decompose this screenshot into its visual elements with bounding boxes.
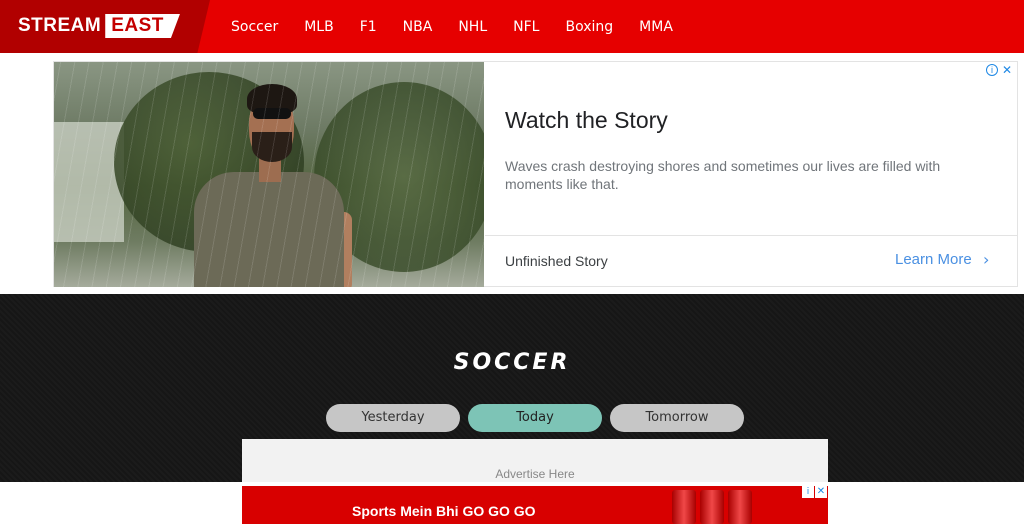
nav-links: Soccer MLB F1 NBA NHL NFL Boxing MMA — [218, 0, 686, 53]
ad-image[interactable] — [54, 62, 484, 287]
logo-prefix: STREAM — [18, 15, 102, 36]
ad-description: Waves crash destroying shores and someti… — [505, 158, 941, 192]
section-title: SOCCER — [453, 350, 571, 375]
banner-info-icon[interactable]: i — [802, 486, 814, 498]
tab-tomorrow[interactable]: Tomorrow — [610, 404, 744, 432]
drink-can-image — [700, 490, 724, 524]
ad-title[interactable]: Watch the Story — [505, 107, 668, 134]
nav-link-mma[interactable]: MMA — [639, 19, 673, 35]
ad-info-icon[interactable]: i — [986, 64, 998, 76]
ad-image-rain — [54, 62, 484, 287]
banner-text: Sports Mein Bhi GO GO GO — [352, 503, 536, 519]
ad-learn-more-link[interactable]: Learn More — [895, 251, 972, 268]
logo-suffix: EAST — [105, 14, 180, 38]
nav-link-boxing[interactable]: Boxing — [565, 19, 613, 35]
ad-divider — [485, 235, 1018, 236]
top-nav: STREAM EAST Soccer MLB F1 NBA NHL NFL Bo… — [0, 0, 1024, 53]
drink-can-image — [728, 490, 752, 524]
nav-link-mlb[interactable]: MLB — [304, 19, 333, 35]
drink-can-image — [672, 490, 696, 524]
nav-link-soccer[interactable]: Soccer — [231, 19, 278, 35]
tab-yesterday[interactable]: Yesterday — [326, 404, 460, 432]
display-ad[interactable]: i ✕ Watch the Story Waves crash destroyi… — [53, 61, 1018, 287]
ad-advertiser-name: Unfinished Story — [505, 253, 608, 269]
streameast-logo[interactable]: STREAM EAST — [18, 14, 180, 38]
chevron-right-icon[interactable]: › — [983, 250, 989, 269]
tab-today[interactable]: Today — [468, 404, 602, 432]
advertise-here-label: Advertise Here — [495, 467, 575, 481]
nav-link-nba[interactable]: NBA — [403, 19, 433, 35]
banner-ad[interactable]: Sports Mein Bhi GO GO GO i ✕ — [242, 486, 828, 524]
banner-close-icon[interactable]: ✕ — [815, 486, 827, 498]
nav-link-nhl[interactable]: NHL — [458, 19, 487, 35]
ad-close-icon[interactable]: ✕ — [1001, 63, 1013, 77]
nav-link-f1[interactable]: F1 — [360, 19, 377, 35]
nav-link-nfl[interactable]: NFL — [513, 19, 539, 35]
